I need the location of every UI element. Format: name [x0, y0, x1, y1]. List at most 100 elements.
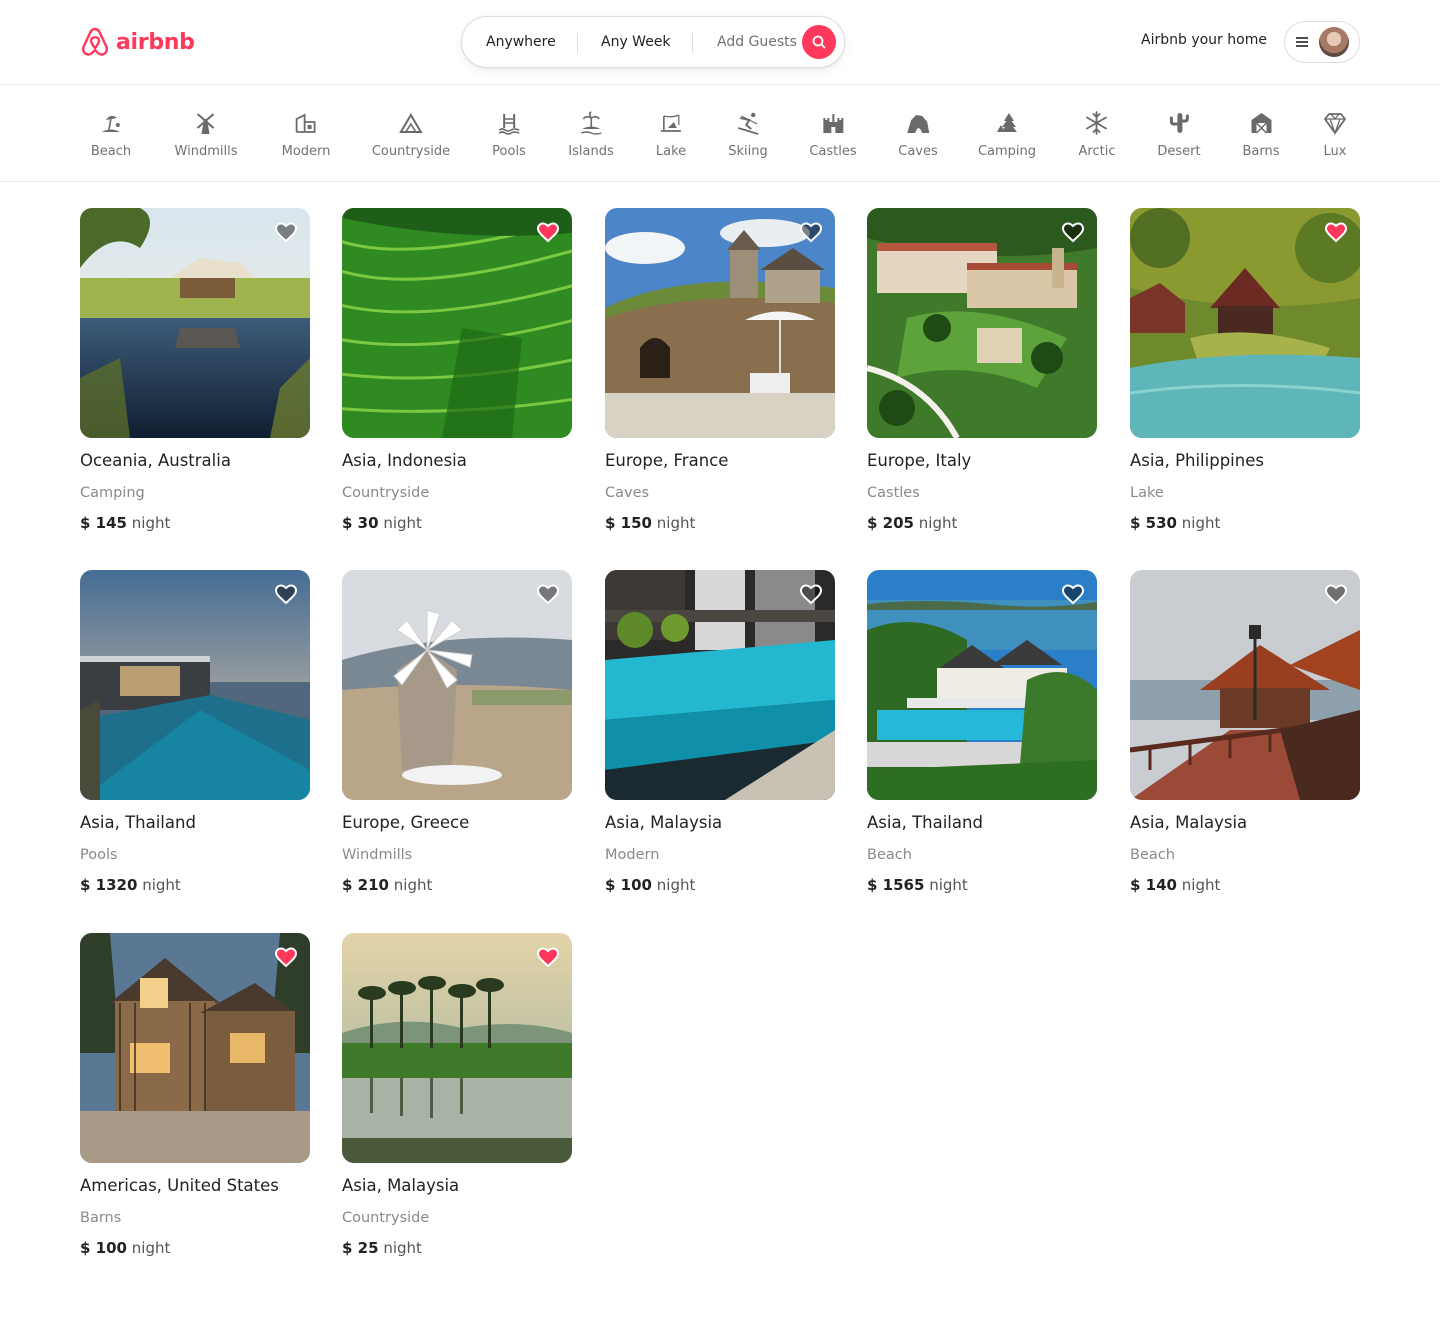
listing-card[interactable]: Asia, Thailand Beach $ 1565 night [867, 570, 1097, 894]
listing-card[interactable]: Asia, Thailand Pools $ 1320 night [80, 570, 310, 894]
price-unit: night [1181, 514, 1221, 532]
price-currency: $ [80, 514, 91, 532]
favorite-heart-icon[interactable] [536, 220, 560, 244]
listing-photo[interactable] [342, 933, 572, 1163]
category-lux[interactable]: Lux [1322, 110, 1348, 159]
listing-photo[interactable] [80, 208, 310, 438]
category-beach[interactable]: Beach [91, 110, 131, 159]
listing-category: Windmills [342, 847, 413, 863]
listing-price: $ 1320 night [80, 876, 310, 894]
category-desert[interactable]: Desert [1157, 110, 1201, 159]
hamburger-menu-icon [1296, 37, 1308, 47]
top-header: airbnb Anywhere Any Week Add Guests Airb… [0, 0, 1440, 85]
airbnb-your-home-link[interactable]: Airbnb your home [1141, 32, 1267, 48]
search-where[interactable]: Anywhere [486, 32, 556, 52]
airbnb-logo-icon [81, 27, 109, 56]
price-currency: $ [342, 876, 353, 894]
category-label: Desert [1157, 144, 1201, 159]
listing-photo[interactable] [1130, 570, 1360, 800]
search-icon [812, 35, 826, 49]
price-currency: $ [1130, 514, 1141, 532]
favorite-heart-icon[interactable] [799, 220, 823, 244]
user-menu-button[interactable] [1284, 21, 1360, 63]
listing-card[interactable]: Americas, United States Barns $ 100 nigh… [80, 933, 310, 1257]
category-label: Modern [281, 144, 331, 159]
category-barns[interactable]: Barns [1242, 110, 1280, 159]
listing-card[interactable]: Asia, Indonesia Countryside $ 30 night [342, 208, 572, 532]
price-amount: 25 [357, 1239, 379, 1257]
price-currency: $ [342, 1239, 353, 1257]
category-label: Islands [568, 144, 614, 159]
favorite-heart-icon[interactable] [1061, 582, 1085, 606]
category-label: Windmills [174, 144, 238, 159]
favorite-heart-icon[interactable] [274, 582, 298, 606]
listing-card[interactable]: Asia, Philippines Lake $ 530 night [1130, 208, 1360, 532]
listing-photo[interactable] [80, 933, 310, 1163]
category-caves[interactable]: Caves [898, 110, 938, 159]
favorite-heart-icon[interactable] [1061, 220, 1085, 244]
price-unit: night [142, 876, 181, 894]
listing-card[interactable]: Asia, Malaysia Modern $ 100 night [605, 570, 835, 894]
favorite-heart-icon[interactable] [274, 945, 298, 969]
listing-photo[interactable] [867, 570, 1097, 800]
listing-card[interactable]: Asia, Malaysia Countryside $ 25 night [342, 933, 572, 1257]
listing-photo[interactable] [605, 208, 835, 438]
listing-location: Asia, Malaysia [605, 813, 723, 832]
favorite-heart-icon[interactable] [1324, 582, 1348, 606]
price-currency: $ [80, 876, 91, 894]
listing-category: Barns [80, 1210, 122, 1226]
listing-category: Caves [605, 485, 650, 501]
category-modern[interactable]: Modern [281, 110, 331, 159]
favorite-heart-icon[interactable] [799, 582, 823, 606]
listing-card[interactable]: Asia, Malaysia Beach $ 140 night [1130, 570, 1360, 894]
search-who[interactable]: Add Guests [717, 32, 797, 52]
listing-price: $ 140 night [1130, 876, 1360, 894]
favorite-heart-icon[interactable] [536, 945, 560, 969]
category-label: Barns [1242, 144, 1280, 159]
price-amount: 30 [357, 514, 379, 532]
price-amount: 145 [95, 514, 127, 532]
airbnb-logo[interactable]: airbnb [80, 26, 195, 58]
category-windmills[interactable]: Windmills [174, 110, 238, 159]
category-camping[interactable]: Camping [978, 110, 1036, 159]
category-pools[interactable]: Pools [492, 110, 526, 159]
category-arctic[interactable]: Arctic [1079, 110, 1115, 159]
search-button[interactable] [802, 25, 836, 59]
search-bar[interactable]: Anywhere Any Week Add Guests [461, 16, 845, 68]
category-countryside[interactable]: Countryside [372, 110, 450, 159]
listing-photo[interactable] [1130, 208, 1360, 438]
category-label: Camping [977, 144, 1037, 159]
cactus-icon [1169, 113, 1189, 133]
listing-photo[interactable] [342, 208, 572, 438]
favorite-heart-icon[interactable] [1324, 220, 1348, 244]
listing-photo[interactable] [80, 570, 310, 800]
price-amount: 205 [882, 514, 914, 532]
favorite-heart-icon[interactable] [536, 582, 560, 606]
category-islands[interactable]: Islands [568, 110, 614, 159]
listing-category: Castles [867, 485, 920, 501]
listing-price: $ 25 night [342, 1239, 572, 1257]
category-castles[interactable]: Castles [809, 110, 857, 159]
listing-photo[interactable] [605, 570, 835, 800]
price-unit: night [393, 876, 433, 894]
listing-card[interactable]: Oceania, Australia Camping $ 145 night [80, 208, 310, 532]
category-label: Caves [898, 144, 938, 159]
price-unit: night [656, 514, 696, 532]
listing-card[interactable]: Europe, France Caves $ 150 night [605, 208, 835, 532]
price-unit: night [383, 514, 422, 532]
price-currency: $ [867, 514, 878, 532]
listing-photo[interactable] [867, 208, 1097, 438]
snowflake-icon [1086, 111, 1108, 135]
listing-location: Asia, Thailand [80, 813, 196, 832]
listing-card[interactable]: Europe, Italy Castles $ 205 night [867, 208, 1097, 532]
search-when[interactable]: Any Week [601, 32, 671, 52]
listing-photo[interactable] [342, 570, 572, 800]
category-label: Skiing [728, 144, 768, 159]
favorite-heart-icon[interactable] [274, 220, 298, 244]
listing-card[interactable]: Europe, Greece Windmills $ 210 night [342, 570, 572, 894]
category-lake[interactable]: Lake [656, 110, 686, 159]
category-skiing[interactable]: Skiing [728, 110, 768, 159]
category-label: Countryside [371, 144, 451, 159]
listing-location: Oceania, Australia [80, 451, 231, 470]
listing-category: Countryside [342, 485, 430, 501]
